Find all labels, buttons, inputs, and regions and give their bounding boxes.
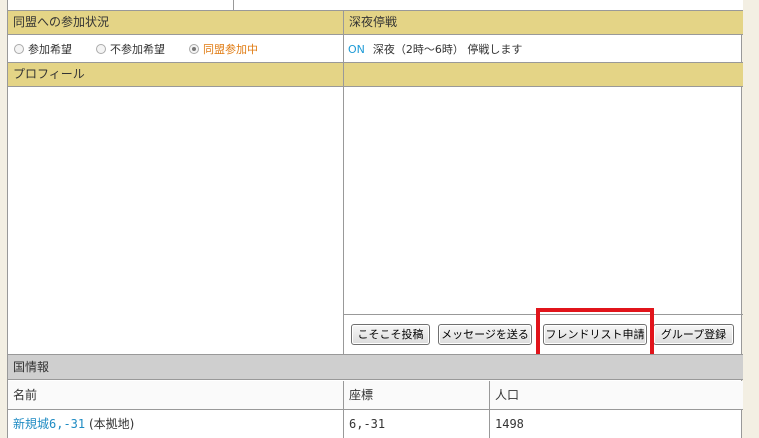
table-cell-name: 新規城6,-31 (本拠地) xyxy=(8,410,343,438)
profile-frame: 同盟への参加状況 深夜停戦 参加希望 不参加希望 同盟参加中 ON 深夜（2時〜… xyxy=(7,0,743,438)
radio-checked-icon xyxy=(189,44,199,54)
radio-label: 参加希望 xyxy=(28,43,72,56)
top-strip xyxy=(8,0,743,10)
column-divider xyxy=(343,10,344,354)
table-cell-coords: 6,-31 xyxy=(349,417,386,431)
radio-label: 同盟参加中 xyxy=(203,43,258,56)
column-header-name: 名前 xyxy=(8,381,343,409)
column-header-population: 人口 xyxy=(490,381,743,409)
castle-link[interactable]: 新規城6,-31 xyxy=(13,417,85,431)
group-register-button[interactable]: グループ登録 xyxy=(653,324,734,345)
radio-in-alliance[interactable]: 同盟参加中 xyxy=(189,41,258,57)
secret-post-button[interactable]: こそこそ投稿 xyxy=(351,324,430,345)
radio-no-join-request[interactable]: 不参加希望 xyxy=(96,41,165,57)
alliance-status-header: 同盟への参加状況 xyxy=(8,10,344,35)
night-truce-row: ON 深夜（2時〜6時） 停戦します xyxy=(344,36,522,62)
table-cell-population: 1498 xyxy=(495,417,524,431)
night-truce-header: 深夜停戦 xyxy=(344,10,743,35)
profile-header: プロフィール xyxy=(8,62,344,87)
radio-circle-icon xyxy=(14,44,24,54)
radio-label: 不参加希望 xyxy=(110,43,165,56)
country-info-header: 国情報 xyxy=(8,354,743,380)
friend-request-highlight xyxy=(536,308,654,360)
send-message-button[interactable]: メッセージを送る xyxy=(438,324,532,345)
alliance-radio-group: 参加希望 不参加希望 同盟参加中 xyxy=(8,36,343,62)
column-header-coords: 座標 xyxy=(344,381,489,409)
radio-circle-icon xyxy=(96,44,106,54)
castle-suffix: (本拠地) xyxy=(88,417,135,431)
profile-side-header xyxy=(344,62,743,87)
radio-join-request[interactable]: 参加希望 xyxy=(14,41,72,57)
night-truce-status: ON xyxy=(348,42,365,56)
night-truce-text: 深夜（2時〜6時） 停戦します xyxy=(372,43,523,56)
